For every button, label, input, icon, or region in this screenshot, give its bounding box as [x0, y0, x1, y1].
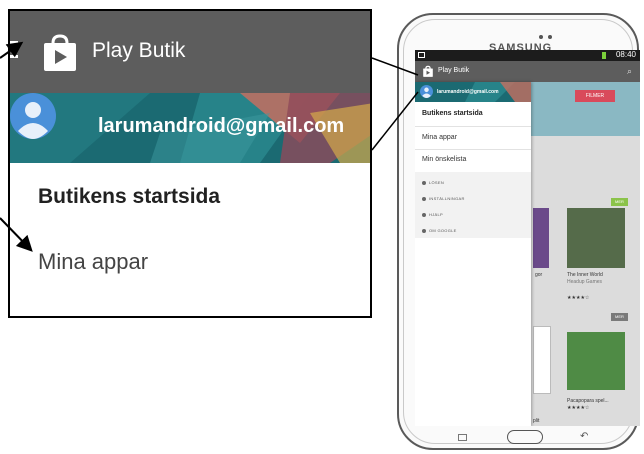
more-button[interactable]: MER — [611, 198, 628, 206]
settings-icon — [422, 196, 426, 201]
movies-badge[interactable]: FILMER — [575, 90, 615, 102]
app-title: Play Butik — [92, 39, 186, 62]
battery-icon — [602, 52, 606, 59]
play-store-icon — [44, 34, 76, 71]
divider — [415, 149, 531, 150]
drawer-item-about-google[interactable]: OM GOOGLE — [422, 228, 457, 233]
card-title: The Inner World — [567, 272, 603, 278]
back-icon[interactable]: ↶ — [580, 431, 588, 442]
navigation-drawer: larumandroid@gmail.com Butikens startsid… — [415, 82, 531, 426]
drawer-item-my-apps[interactable]: Mina appar — [38, 249, 148, 275]
screen-app-title: Play Butik — [438, 67, 470, 74]
zoom-callout: Play Butik larumandroid@gmail.com Butike… — [8, 9, 372, 318]
app-toolbar: Play Butik — [10, 11, 370, 93]
drawer-item-help[interactable]: HJÄLP — [422, 212, 443, 217]
drawer-item-home[interactable]: Butikens startsida — [38, 185, 220, 209]
search-icon[interactable]: ⌕ — [627, 66, 632, 77]
notification-icon — [418, 52, 425, 58]
avatar — [10, 93, 56, 139]
avatar — [420, 85, 433, 98]
camera-icon — [539, 35, 543, 39]
drawer-item-settings[interactable]: INSTÄLLNINGAR — [422, 196, 465, 201]
home-button[interactable] — [507, 430, 543, 444]
card-title-2: Pacapopara spel... — [567, 398, 609, 404]
help-icon — [422, 212, 426, 217]
game-thumbnail[interactable] — [533, 326, 551, 394]
play-store-icon — [423, 65, 433, 77]
menu-key-icon[interactable] — [458, 434, 467, 441]
drawer-item-wishlist[interactable]: Min önskelista — [422, 156, 466, 163]
drawer-item-my-apps[interactable]: Mina appar — [422, 134, 457, 141]
drawer-item-redeem[interactable]: LÖSEN — [422, 180, 444, 185]
redeem-icon — [422, 180, 426, 185]
card-cut-text-2: plit — [533, 418, 540, 424]
game-thumbnail-pacapopara[interactable] — [567, 332, 625, 390]
drawer-account-email: larumandroid@gmail.com — [437, 89, 499, 95]
menu-icon[interactable] — [10, 41, 20, 62]
divider — [415, 126, 531, 127]
status-time: 08:40 — [615, 50, 636, 59]
drawer-account-header[interactable]: larumandroid@gmail.com — [415, 82, 531, 102]
game-thumbnail-inner-world[interactable] — [567, 208, 625, 268]
card-rating: ★★★★☆ — [567, 295, 590, 301]
more-button-2[interactable]: MER — [611, 313, 628, 321]
account-header[interactable]: larumandroid@gmail.com — [10, 93, 370, 163]
game-thumbnail[interactable] — [533, 208, 549, 268]
info-icon — [422, 228, 426, 233]
sensor-icon — [548, 35, 552, 39]
drawer-item-home[interactable]: Butikens startsida — [422, 110, 483, 117]
account-email: larumandroid@gmail.com — [98, 115, 345, 137]
tablet-screen: 08:40 Play Butik ⌕ FILMER MER gor The In… — [415, 50, 640, 426]
card-subtitle: Headup Games — [567, 279, 603, 285]
card-rating-2: ★★★★☆ — [567, 405, 590, 411]
status-bar: 08:40 — [415, 50, 640, 61]
screen-app-bar: Play Butik ⌕ — [415, 61, 640, 82]
card-cut-text: gor — [535, 272, 543, 278]
